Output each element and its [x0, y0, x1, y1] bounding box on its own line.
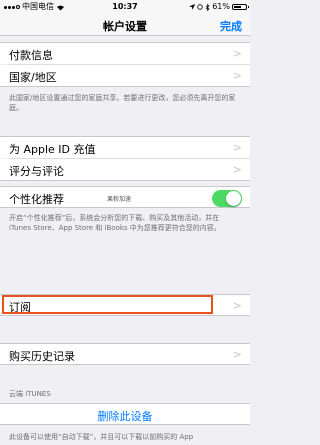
personalized-footnote: 开启“个性化推荐”后，系统会分析您的下载、购买及其他活动，并在 iTunes S… — [9, 214, 221, 232]
subscriptions-label: 订阅 — [9, 301, 31, 314]
ratings-reviews-row[interactable]: 评分与评论 > — [0, 159, 250, 181]
chevron-right-icon: > — [232, 348, 242, 361]
payment-info-row[interactable]: 付款信息 > — [0, 42, 250, 64]
status-right: 61% — [189, 0, 249, 14]
chevron-right-icon: > — [232, 47, 242, 60]
region-row[interactable]: 国家/地区 > — [0, 65, 250, 87]
bluetooth-icon — [205, 3, 210, 11]
region-footnote: 此国家/地区设置通过您的家庭共享。若要进行更改，您必须先离开您的家庭。 — [9, 94, 236, 112]
chevron-right-icon: > — [232, 141, 242, 154]
alarm-icon — [197, 4, 203, 10]
personalized-recommendations-label: 个性化推荐 — [9, 193, 64, 206]
cloud-itunes-header: 云端 iTUNES — [9, 390, 51, 398]
chevron-right-icon: > — [232, 163, 242, 176]
purchase-history-row[interactable]: 购买历史记录 > — [0, 343, 250, 365]
battery-percent: 61% — [212, 2, 230, 11]
personalized-recommendations-toggle[interactable] — [212, 190, 242, 207]
page-title: 帐户设置 — [103, 20, 147, 33]
toggle-knob — [226, 191, 241, 206]
battery-icon — [232, 4, 249, 10]
status-bar: 中国电信 10:37 61% — [0, 0, 250, 14]
apple-id-topup-row[interactable]: 为 Apple ID 充值 > — [0, 136, 250, 158]
delete-device-button[interactable]: 删除此设备 — [0, 408, 250, 424]
purchase-history-label: 购买历史记录 — [9, 350, 75, 363]
region-label: 国家/地区 — [9, 71, 57, 84]
personalized-recommendations-row: 个性化推荐 果粉加速 — [0, 186, 250, 208]
nav-bar: 帐户设置 完成 — [0, 14, 250, 36]
location-icon — [189, 4, 196, 10]
delete-device-row: 删除此设备 — [0, 403, 250, 425]
ratings-reviews-label: 评分与评论 — [9, 165, 64, 178]
chevron-right-icon: > — [232, 69, 242, 82]
subscriptions-row[interactable]: 订阅 > — [0, 294, 250, 316]
cloud-footnote: 此设备可以使用“自动下载”，并且可以下载以前购买的 App — [9, 433, 194, 441]
watermark-text: 果粉加速 — [107, 196, 132, 203]
done-button[interactable]: 完成 — [220, 18, 242, 34]
apple-id-topup-label: 为 Apple ID 充值 — [9, 143, 96, 156]
payment-info-label: 付款信息 — [9, 49, 53, 62]
chevron-right-icon: > — [232, 299, 242, 312]
